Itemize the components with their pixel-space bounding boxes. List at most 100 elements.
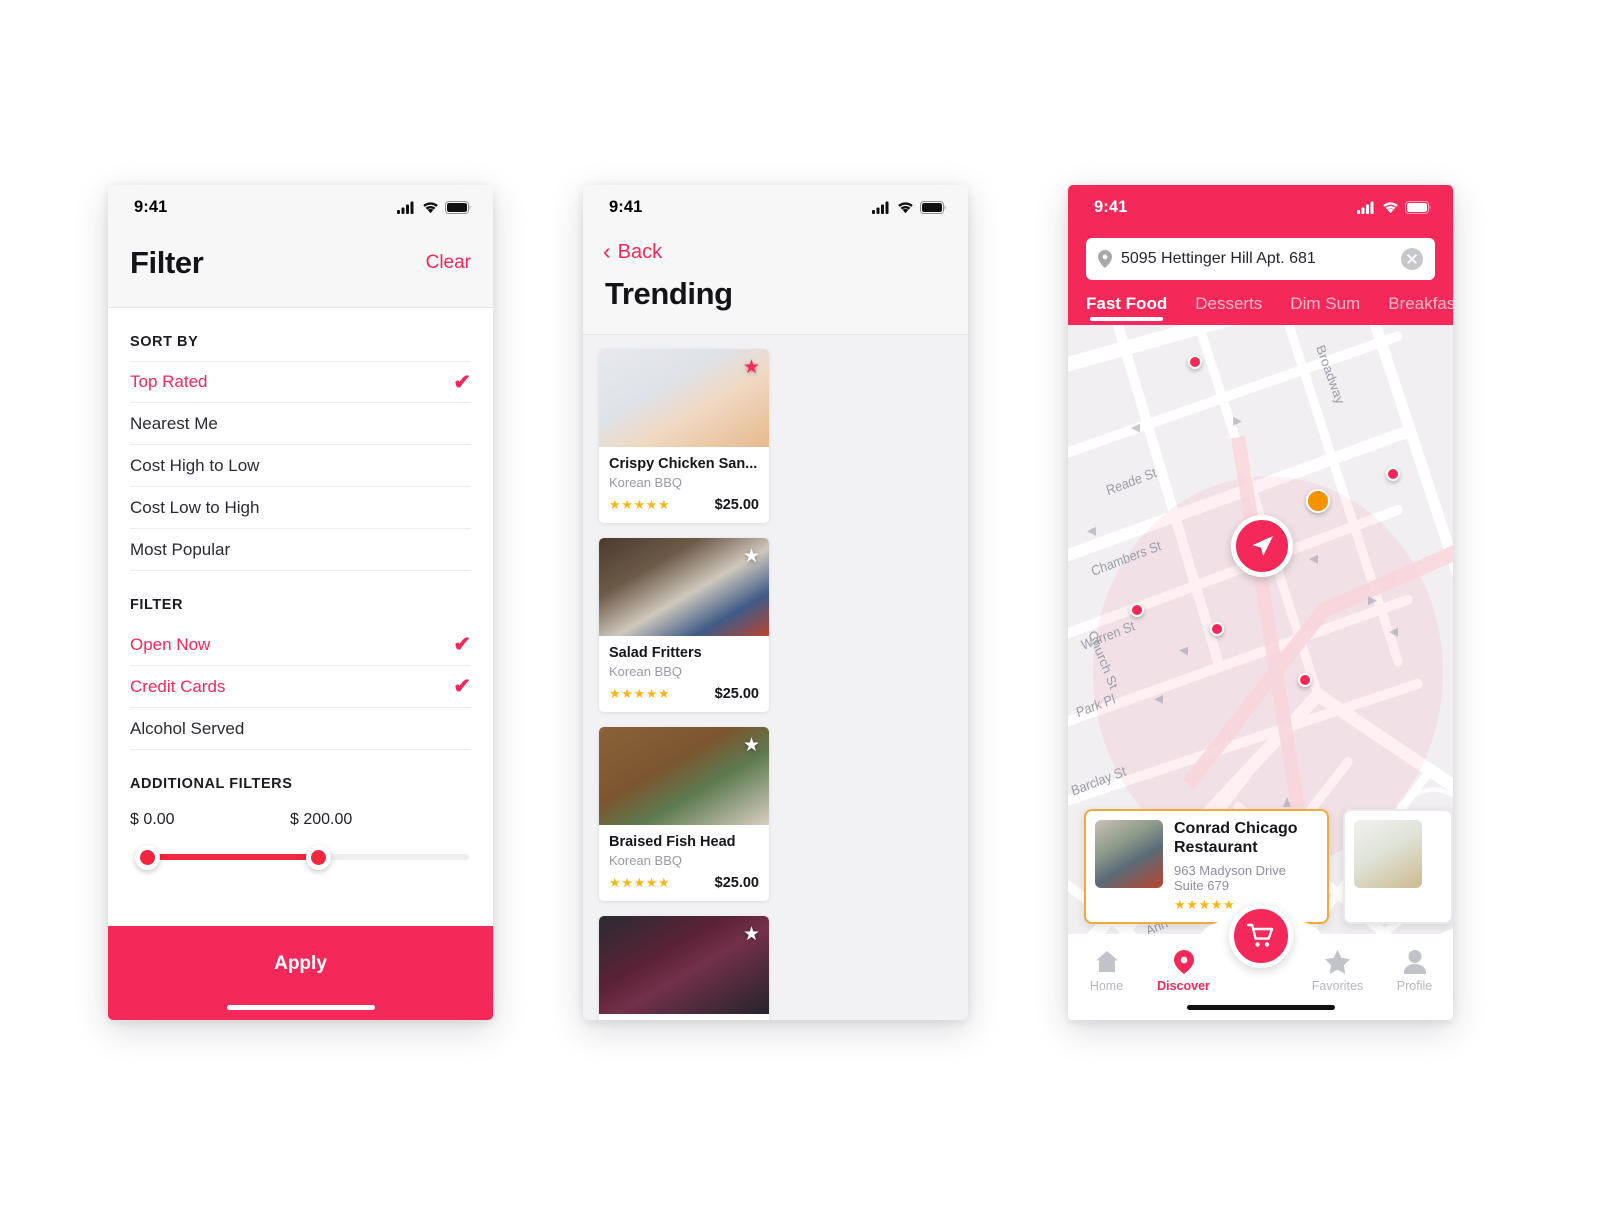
food-card[interactable]: ★ Prawn & Chicken Roll Korean BBQ ★★★★★ … (599, 916, 769, 1020)
tab-label: Profile (1396, 979, 1433, 993)
filter-option-open-now[interactable]: Open Now ✔ (130, 624, 471, 666)
search-bar[interactable]: 5095 Hettinger Hill Apt. 681 (1086, 238, 1435, 280)
cellular-bars-icon (872, 201, 889, 214)
apply-label: Apply (274, 953, 327, 974)
favorite-star-icon[interactable]: ★ (743, 925, 760, 944)
restaurant-details: Conrad Chicago Restaurant 963 Madyson Dr… (1174, 820, 1318, 913)
food-card[interactable]: ★ Salad Fritters Korean BBQ ★★★★★ $25.00 (599, 538, 769, 712)
food-name: Crispy Chicken San... (609, 456, 758, 472)
food-meta: ★★★★★ $25.00 (609, 679, 759, 702)
check-icon: ✔ (453, 370, 471, 394)
price-range-values: $ 0.00 $ 200.00 (130, 803, 471, 845)
option-label: Nearest Me (130, 413, 218, 433)
status-time: 9:41 (609, 197, 643, 216)
food-name: Salad Fritters (609, 645, 702, 661)
filter-screen: 9:41 Filter Clear SORT BY Top Rated ✔ Ne… (108, 185, 493, 1020)
food-category: Korean BBQ (609, 475, 682, 490)
back-label: Back (617, 241, 663, 263)
favorite-star-icon[interactable]: ★ (743, 358, 760, 377)
current-location-marker[interactable] (1231, 515, 1293, 577)
home-indicator (1186, 1005, 1335, 1010)
price-max-value: $ 200.00 (290, 811, 353, 828)
battery-icon (920, 200, 946, 214)
tab-discover[interactable]: Discover (1145, 950, 1222, 993)
filter-option-credit-cards[interactable]: Credit Cards ✔ (130, 666, 471, 708)
map-pin-highlighted[interactable] (1306, 489, 1330, 513)
wifi-icon (423, 201, 438, 213)
restaurant-card[interactable]: Conrad Chicago Restaurant 963 Madyson Dr… (1084, 809, 1329, 924)
wifi-icon (898, 201, 913, 213)
tab-desserts[interactable]: Desserts (1195, 294, 1262, 325)
tab-profile[interactable]: Profile (1376, 950, 1453, 993)
price-range-slider[interactable] (130, 845, 469, 870)
map-pin[interactable] (1210, 622, 1224, 636)
status-time: 9:41 (1094, 197, 1128, 216)
page-title: Filter (130, 245, 204, 280)
favorite-star-icon[interactable]: ★ (743, 547, 760, 566)
filter-header: 9:41 Filter Clear (108, 185, 493, 308)
apply-button[interactable]: Apply (108, 926, 493, 1020)
status-icons (872, 200, 946, 214)
trending-header: 9:41 ‹ Back Trending (583, 185, 968, 335)
rating-stars: ★★★★★ (609, 875, 671, 890)
filter-option-alcohol-served[interactable]: Alcohol Served (130, 708, 471, 750)
food-thumbnail: ★ (599, 349, 769, 447)
option-label: Cost Low to High (130, 497, 260, 517)
food-meta: ★★★★★ $25.00 (609, 868, 759, 891)
clear-circle-icon[interactable] (1401, 248, 1423, 270)
trending-screen: 9:41 ‹ Back Trending ★ Crispy Chicken Sa… (583, 185, 968, 1020)
bottom-tab-bar: Home Discover Favorites Profile (1068, 904, 1453, 1020)
map-pin[interactable] (1188, 355, 1202, 369)
sort-option-cost-low-high[interactable]: Cost Low to High (130, 487, 471, 529)
food-info: Crispy Chicken San... Korean BBQ ★★★★★ $… (599, 447, 769, 523)
food-price: $25.00 (714, 875, 759, 891)
sort-option-most-popular[interactable]: Most Popular (130, 529, 471, 571)
food-meta: ★★★★★ $25.00 (609, 490, 759, 513)
food-name: Braised Fish Head (609, 834, 736, 850)
slider-handle-min[interactable] (135, 845, 160, 870)
search-input[interactable]: 5095 Hettinger Hill Apt. 681 (1121, 250, 1392, 268)
restaurant-name: Conrad Chicago Restaurant (1174, 820, 1298, 857)
chevron-left-icon: ‹ (603, 238, 611, 264)
tab-fast-food[interactable]: Fast Food (1086, 294, 1167, 325)
food-card[interactable]: ★ Crispy Chicken San... Korean BBQ ★★★★★… (599, 349, 769, 523)
map-pin[interactable] (1386, 467, 1400, 481)
food-thumbnail: ★ (599, 538, 769, 636)
screens-stage: 9:41 Filter Clear SORT BY Top Rated ✔ Ne… (0, 0, 1600, 1208)
restaurant-address: 963 Madyson Drive Suite 679 (1174, 863, 1286, 893)
restaurant-card-next[interactable] (1343, 809, 1453, 924)
tab-home[interactable]: Home (1068, 950, 1145, 993)
slider-handle-max[interactable] (306, 845, 331, 870)
map-canvas[interactable]: Reade St Chambers St Warren St Park Pl B… (1068, 325, 1453, 1020)
navigation-arrow-icon (1252, 536, 1273, 556)
tab-label: Home (1089, 979, 1124, 993)
restaurant-thumbnail (1354, 820, 1422, 889)
map-pin[interactable] (1298, 673, 1312, 687)
status-time: 9:41 (134, 197, 168, 216)
filter-body: SORT BY Top Rated ✔ Nearest Me Cost High… (108, 308, 493, 926)
tab-dim-sum[interactable]: Dim Sum (1290, 294, 1360, 325)
person-icon (1376, 950, 1453, 974)
tab-label: Discover (1157, 979, 1210, 993)
food-info: Braised Fish Head Korean BBQ ★★★★★ $25.0… (599, 825, 769, 901)
back-button[interactable]: ‹ Back (583, 229, 968, 270)
favorite-star-icon[interactable]: ★ (743, 736, 760, 755)
home-icon (1068, 950, 1145, 974)
cart-fab-button[interactable] (1228, 904, 1293, 968)
tab-favorites[interactable]: Favorites (1299, 950, 1376, 993)
location-pin-icon (1098, 250, 1112, 268)
option-label: Top Rated (130, 372, 208, 391)
tab-breakfast[interactable]: Breakfast (1388, 294, 1453, 325)
sort-option-nearest-me[interactable]: Nearest Me (130, 403, 471, 445)
status-icons (1357, 200, 1431, 214)
sort-option-cost-high-low[interactable]: Cost High to Low (130, 445, 471, 487)
check-icon: ✔ (453, 633, 471, 656)
map-pin[interactable] (1130, 603, 1144, 617)
clear-button[interactable]: Clear (426, 252, 471, 274)
food-card[interactable]: ★ Braised Fish Head Korean BBQ ★★★★★ $25… (599, 727, 769, 901)
sort-option-top-rated[interactable]: Top Rated ✔ (130, 361, 471, 403)
map-pin-icon (1145, 950, 1222, 974)
star-icon (1299, 950, 1376, 974)
check-icon: ✔ (453, 675, 471, 698)
option-label: Most Popular (130, 539, 231, 559)
